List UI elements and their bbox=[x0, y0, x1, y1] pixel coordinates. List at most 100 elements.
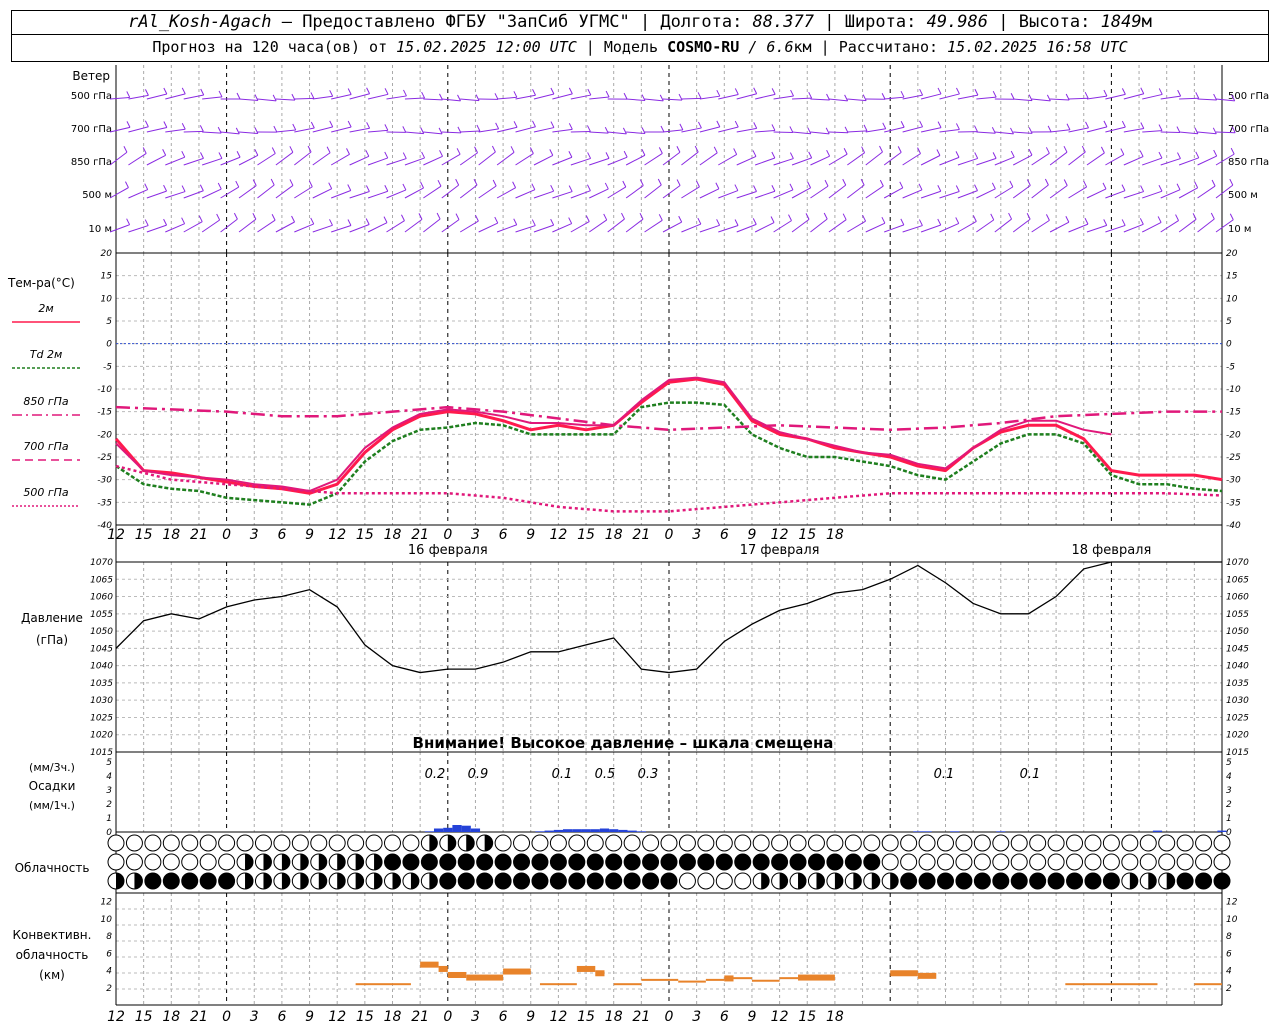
wind-barb bbox=[681, 223, 702, 233]
cloud-symbol bbox=[218, 853, 236, 871]
precip-bar bbox=[996, 831, 1006, 832]
wind-barb-feather bbox=[402, 152, 407, 159]
wind-barb-feather bbox=[550, 87, 555, 95]
wind-barb-feather bbox=[384, 185, 389, 192]
wind-barb-feather bbox=[439, 150, 444, 157]
conv-tick-left: 4 bbox=[106, 967, 112, 977]
wind-barb bbox=[718, 126, 739, 133]
wind-barb bbox=[791, 157, 812, 166]
wind-barb bbox=[441, 131, 461, 134]
wind-barb bbox=[552, 128, 573, 133]
wind-barb bbox=[1197, 185, 1216, 199]
cloud-symbol bbox=[678, 872, 696, 890]
wind-barb bbox=[1197, 131, 1217, 135]
cloud-symbol bbox=[973, 872, 991, 890]
cloud-symbol-fill bbox=[300, 873, 309, 889]
hour-tick-label: 3 bbox=[250, 1009, 259, 1024]
wind-barb bbox=[349, 155, 370, 166]
wind-barb-feather bbox=[587, 88, 592, 96]
wind-barb bbox=[146, 190, 167, 199]
wind-barb bbox=[1105, 190, 1126, 199]
wind-barb-feather bbox=[897, 146, 902, 153]
cloud-symbol bbox=[623, 853, 641, 871]
wind-barb bbox=[589, 96, 610, 100]
cloud-symbol bbox=[734, 834, 752, 852]
temp-legend-label: Td 2м bbox=[30, 348, 63, 361]
cloud-symbol-fill bbox=[834, 873, 843, 889]
conv-tick-left: 10 bbox=[101, 915, 113, 925]
wind-barb-feather bbox=[1195, 92, 1200, 99]
wind-barb bbox=[478, 185, 497, 199]
wind-barb bbox=[423, 185, 442, 199]
cloud-symbol-fill bbox=[1129, 873, 1138, 889]
wind-level-label: 500 м bbox=[82, 190, 112, 201]
wind-barb-feather bbox=[254, 149, 259, 156]
cloud-symbol bbox=[1213, 872, 1231, 890]
wind-barb bbox=[773, 158, 794, 166]
wind-barb-feather bbox=[1175, 214, 1179, 221]
wind-barb-feather bbox=[235, 127, 240, 135]
conv-cloud-bar bbox=[613, 983, 642, 986]
wind-barb-feather bbox=[900, 218, 905, 226]
date-label: 16 февраля bbox=[408, 543, 488, 558]
wind-barb bbox=[1012, 185, 1031, 199]
conv-cloud-bar bbox=[678, 980, 706, 983]
wind-barb bbox=[644, 98, 664, 102]
wind-barb-feather bbox=[1066, 123, 1071, 130]
cloud-symbol-fill bbox=[281, 873, 290, 889]
wind-barb bbox=[275, 185, 294, 199]
wind-barb-feather bbox=[881, 93, 886, 100]
wind-barb-feather bbox=[126, 121, 131, 128]
hour-tick-label: 21 bbox=[190, 527, 208, 543]
wind-barb bbox=[773, 189, 794, 199]
cloud-symbol bbox=[1047, 872, 1065, 890]
cloud-symbol bbox=[218, 872, 236, 890]
precip-bar bbox=[599, 828, 610, 832]
cloud-symbol-fill bbox=[871, 873, 880, 889]
wind-barb-feather bbox=[495, 122, 500, 130]
pressure-tick-right: 1055 bbox=[1226, 610, 1249, 620]
wind-barb bbox=[515, 225, 536, 233]
wind-barb-feather bbox=[697, 217, 702, 225]
wind-barb-feather bbox=[235, 180, 240, 188]
cloud-symbol-fill bbox=[484, 835, 493, 851]
hour-tick-label: 21 bbox=[411, 1009, 429, 1024]
wind-barb-feather bbox=[144, 120, 149, 128]
wind-barb bbox=[1142, 93, 1163, 100]
wind-barb-feather bbox=[919, 120, 924, 128]
wind-barb-feather bbox=[641, 127, 646, 134]
hour-tick-label: 21 bbox=[632, 1009, 650, 1024]
wind-barb-feather bbox=[585, 215, 590, 222]
pressure-tick-left: 1060 bbox=[90, 593, 113, 603]
wind-barb-feather bbox=[1212, 127, 1217, 135]
cloud-symbol bbox=[273, 834, 291, 852]
cloud-symbol bbox=[734, 853, 752, 871]
wind-barb-feather bbox=[420, 181, 425, 189]
wind-barb-feather bbox=[233, 212, 238, 220]
wind-barb-feather bbox=[292, 123, 297, 131]
conv-tick-left: 2 bbox=[106, 984, 112, 994]
hour-tick-label: 18 bbox=[605, 527, 623, 543]
wind-barb-feather bbox=[974, 88, 979, 96]
cloud-symbol-fill bbox=[1148, 873, 1157, 889]
wind-barb bbox=[552, 191, 573, 199]
wind-barb-feather bbox=[1140, 185, 1145, 192]
temp-legend-label: 700 гПа bbox=[23, 440, 69, 453]
wind-barb-feather bbox=[771, 124, 776, 131]
cloud-symbol bbox=[1047, 853, 1065, 871]
precip-bar bbox=[581, 829, 591, 832]
wind-barb-feather bbox=[936, 149, 941, 156]
wind-barb bbox=[662, 98, 683, 101]
cloud-symbol bbox=[1139, 853, 1157, 871]
wind-barb bbox=[441, 98, 461, 102]
wind-barb bbox=[626, 98, 646, 102]
wind-barb-feather bbox=[550, 121, 555, 128]
wind-barb-feather bbox=[271, 213, 276, 221]
wind-barb bbox=[589, 188, 609, 199]
wind-barb bbox=[994, 131, 1014, 135]
wind-barb-feather bbox=[1211, 179, 1216, 187]
temp-tick-right: 5 bbox=[1226, 317, 1232, 327]
wind-barb bbox=[718, 154, 737, 166]
wind-barb-feather bbox=[1103, 89, 1108, 97]
wind-barb bbox=[884, 96, 905, 100]
